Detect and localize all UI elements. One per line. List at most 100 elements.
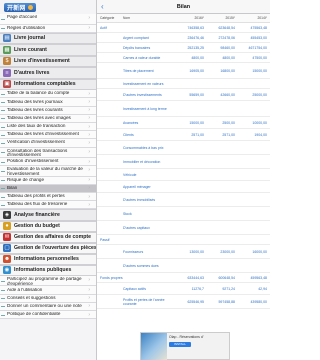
check-icon [1,280,5,282]
sidebar-section-4[interactable]: $ Livre d'investissement [0,55,96,68]
table-row[interactable]: Titres de placement 16905,00 16800,00 15000… [97,63,270,79]
row-value-2016: 13000,00 [189,249,204,254]
sidebar-item-8[interactable]: Tableau des livres journaux › [0,98,96,107]
sidebar-item-20[interactable]: Tableau des flux de trésorerie › [0,201,96,210]
row-value-2014: 16000,00 [252,249,267,254]
check-icon [1,151,5,154]
check-icon [1,18,5,20]
table-row[interactable]: D'autres sommes dues [97,259,270,273]
table-row[interactable]: Fonds propres 633444,63 600648,54 459563,48 [97,273,270,283]
sidebar-item-27[interactable]: Participez au programme de partage d'exp… [0,275,96,287]
row-name: Capitaux actifs [123,286,146,291]
sidebar-section-21[interactable]: ◈ Analyse financière [0,209,96,221]
sidebar-item-label: Bilan [7,186,18,191]
table-row[interactable]: Fournisseurs 13000,00 23000,00 16000,00 [97,245,270,259]
table-row[interactable]: Clients 2571,00 2571,00 1904,00 [97,129,270,141]
sidebar-section-25[interactable]: ☻ Informations personnelles [0,253,96,265]
sidebar-item-30[interactable]: Donner un commentaire ou une note › [0,302,96,311]
table-row[interactable]: Stock [97,207,270,221]
sidebar-list: Page d'accueil › Règles d'utilisation › ▤ Liv… [0,14,96,320]
chevron-right-icon: › [88,115,90,122]
check-icon [1,179,5,182]
sidebar-item-label: Table de la balance du compte [7,91,70,96]
row-name: Clients [123,132,134,137]
chevron-left-icon[interactable]: ‹ [101,3,109,11]
table-row[interactable]: Actif 746358,63 623648,54 475563,48 [97,23,270,33]
logo-bar: 开新网 [0,0,96,14]
row-value-2016: 2571,00 [191,132,204,137]
sidebar-item-18[interactable]: Bilan › [0,184,96,194]
sidebar-item-9[interactable]: Tableau des livres courants › [0,106,96,115]
table-row[interactable]: Profits et pertes de l'année courante 625… [97,295,270,309]
table-row[interactable]: D'autres investissements 55659,00 42660,00… [97,89,270,101]
table-row[interactable]: Dépôts bancaires 252135,25 98460,00 4671754… [97,43,270,53]
sidebar-item-11[interactable]: Liste des taux de transaction › [0,122,96,132]
table-row[interactable]: Appareil ménager [97,181,270,193]
table-row[interactable]: Investissement à long terme [97,101,270,117]
table-row[interactable]: Investissement en valeurs [97,79,270,89]
sidebar-item-0[interactable]: Page d'accueil › [0,14,96,25]
table-row[interactable]: D'autres immobilisés [97,193,270,207]
ad-banner[interactable]: Olap - Réservations d' INSTALL [140,332,230,360]
sidebar-item-1[interactable]: Règles d'utilisation › [0,24,96,33]
row-value-2016: 746358,63 [187,25,204,30]
sidebar-section-label: Informations comptables [14,81,76,88]
table-row[interactable]: Avancées 15000,00 2500,00 10000,00 [97,117,270,129]
sidebar: 开新网 Page d'accueil › Règles d'utilisation ›… [0,0,97,360]
sidebar-section-label: Gestion des affaires de compte [14,234,91,241]
table-row[interactable]: Passif [97,235,270,245]
sidebar-item-label: Règles d'utilisation [7,25,46,30]
sidebar-section-23[interactable]: ✉ Gestion des affaires de compte [0,231,96,243]
check-icon [1,117,5,120]
sidebar-item-10[interactable]: Tableau des livres avec images › [0,114,96,123]
sidebar-item-16[interactable]: Evaluation de la valeur du marché de l'i… [0,166,96,177]
sidebar-item-14[interactable]: Consultation des transactions d'investis… [0,147,96,158]
sidebar-item-label: Tableau des profits et pertes [7,194,65,199]
sidebar-item-13[interactable]: Vérification d'investissement › [0,139,96,148]
books-icon: ≡ [3,68,11,77]
chevron-right-icon: › [88,167,90,174]
sidebar-section-26[interactable]: ◉ Informations publiques [0,264,96,276]
table-row[interactable]: D'autres capitaux [97,221,270,235]
sidebar-item-15[interactable]: Position d'investissement › [0,158,96,167]
row-value-2015: 272478,06 [218,35,235,40]
sidebar-section-label: Informations personnelles [14,256,79,263]
sidebar-item-19[interactable]: Tableau des profits et pertes › [0,193,96,202]
table-row[interactable]: Carnes à valeur durable 4800,00 4800,00 475… [97,53,270,63]
row-value-2014: 42,94 [258,286,267,291]
ad-content: Olap - Réservations d' INSTALL [167,333,229,359]
table-row[interactable]: Véhicule [97,169,270,181]
row-name: Fournisseurs [123,249,144,254]
table-row[interactable]: Consommables à bas prix [97,141,270,155]
sidebar-item-17[interactable]: Risque de change › [0,176,96,185]
check-icon [1,196,5,198]
row-value-2015: 9271,24 [222,286,235,291]
table-row[interactable]: Argent comptant 236476,46 272478,06 455453,… [97,33,270,43]
sidebar-section-6[interactable]: ▣ Informations comptables [0,78,96,91]
ad-install-button[interactable]: INSTALL [169,342,191,347]
table-row[interactable]: Capitaux actifs 11276,7 9271,24 42,94 [97,283,270,295]
row-value-2014: 25000,00 [252,92,267,97]
sidebar-section-22[interactable]: ● Gestion du budget [0,220,96,232]
table-row[interactable]: Immobilier et décoration [97,155,270,169]
row-value-2015: 4800,00 [222,55,235,60]
sidebar-item-label: Participez au programme de partage d'exp… [7,276,82,286]
sidebar-item-12[interactable]: Tableau des livres d'investissement › [0,131,96,140]
chevron-right-icon: › [88,148,90,155]
sidebar-section-3[interactable]: ▦ Livre courant [0,44,96,56]
sidebar-item-7[interactable]: Table de la balance du compte › [0,90,96,99]
sidebar-section-5[interactable]: ≡ D'autres livres [0,67,96,79]
sidebar-section-24[interactable]: ▢ Gestion de l'ouverture des pièces [0,242,96,254]
sidebar-section-label: Analyse financière [14,212,60,219]
sidebar-item-28[interactable]: Aide à l'utilisation › [0,286,96,295]
row-value-2014: 459563,48 [250,275,267,280]
check-icon [1,314,5,316]
sidebar-section-2[interactable]: ▤ Livre journal [0,32,96,45]
row-value-2016: 625546,95 [187,299,204,304]
public-icon: ◉ [3,266,11,275]
sidebar-item-31[interactable]: Politique de confidentialité › [0,311,96,320]
sidebar-item-29[interactable]: Conseils et suggestions › [0,294,96,303]
row-name: Véhicule [123,172,137,177]
sidebar-section-label: Livre d'investissement [14,58,70,65]
chevron-right-icon: › [88,123,90,130]
